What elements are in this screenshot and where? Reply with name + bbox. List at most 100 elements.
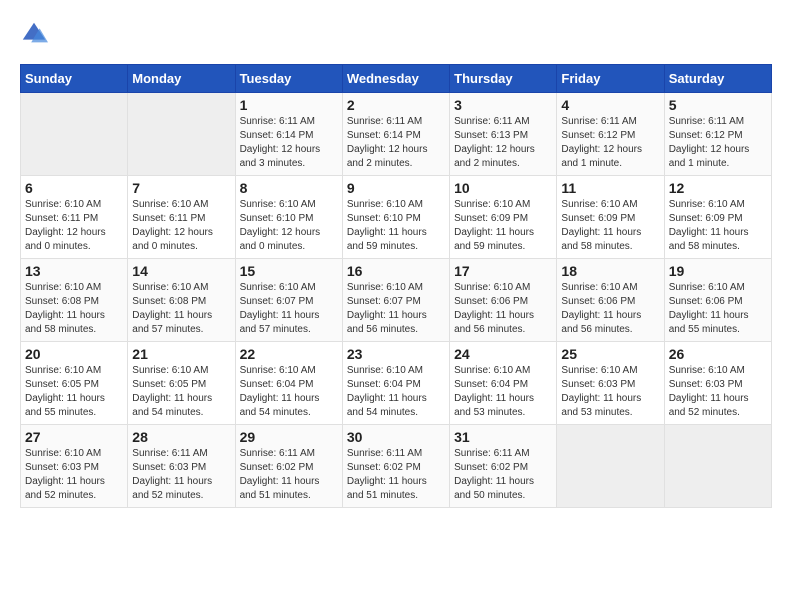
day-info: Sunrise: 6:10 AM Sunset: 6:08 PM Dayligh… (25, 281, 123, 337)
day-info: Sunrise: 6:10 AM Sunset: 6:10 PM Dayligh… (240, 198, 338, 254)
logo-icon (20, 20, 48, 48)
day-info: Sunrise: 6:10 AM Sunset: 6:03 PM Dayligh… (561, 364, 659, 420)
day-number: 9 (347, 180, 445, 196)
day-info: Sunrise: 6:11 AM Sunset: 6:12 PM Dayligh… (669, 115, 767, 171)
day-number: 12 (669, 180, 767, 196)
calendar-header-row: SundayMondayTuesdayWednesdayThursdayFrid… (21, 65, 772, 93)
logo (20, 20, 52, 48)
calendar-cell: 29 Sunrise: 6:11 AM Sunset: 6:02 PM Dayli… (235, 425, 342, 508)
col-header-monday: Monday (128, 65, 235, 93)
calendar-cell: 4 Sunrise: 6:11 AM Sunset: 6:12 PM Daylig… (557, 93, 664, 176)
calendar-cell: 25 Sunrise: 6:10 AM Sunset: 6:03 PM Dayli… (557, 342, 664, 425)
day-info: Sunrise: 6:10 AM Sunset: 6:07 PM Dayligh… (240, 281, 338, 337)
day-info: Sunrise: 6:10 AM Sunset: 6:05 PM Dayligh… (132, 364, 230, 420)
calendar-cell: 31 Sunrise: 6:11 AM Sunset: 6:02 PM Dayli… (450, 425, 557, 508)
day-info: Sunrise: 6:10 AM Sunset: 6:09 PM Dayligh… (454, 198, 552, 254)
day-info: Sunrise: 6:11 AM Sunset: 6:12 PM Dayligh… (561, 115, 659, 171)
calendar-cell: 23 Sunrise: 6:10 AM Sunset: 6:04 PM Dayli… (342, 342, 449, 425)
calendar-cell: 12 Sunrise: 6:10 AM Sunset: 6:09 PM Dayli… (664, 176, 771, 259)
col-header-tuesday: Tuesday (235, 65, 342, 93)
day-info: Sunrise: 6:10 AM Sunset: 6:03 PM Dayligh… (669, 364, 767, 420)
calendar-cell: 15 Sunrise: 6:10 AM Sunset: 6:07 PM Dayli… (235, 259, 342, 342)
calendar-week-row: 27 Sunrise: 6:10 AM Sunset: 6:03 PM Dayli… (21, 425, 772, 508)
day-number: 13 (25, 263, 123, 279)
day-number: 1 (240, 97, 338, 113)
day-info: Sunrise: 6:10 AM Sunset: 6:03 PM Dayligh… (25, 447, 123, 503)
calendar-cell: 30Sunrise: 6:11 AM Sunset: 6:02 PM Dayli… (342, 425, 449, 508)
day-number: 10 (454, 180, 552, 196)
calendar-cell: 28 Sunrise: 6:11 AM Sunset: 6:03 PM Dayli… (128, 425, 235, 508)
day-info: Sunrise: 6:10 AM Sunset: 6:10 PM Dayligh… (347, 198, 445, 254)
day-info: Sunrise: 6:10 AM Sunset: 6:11 PM Dayligh… (25, 198, 123, 254)
day-info: Sunrise: 6:10 AM Sunset: 6:08 PM Dayligh… (132, 281, 230, 337)
calendar-cell: 1 Sunrise: 6:11 AM Sunset: 6:14 PM Daylig… (235, 93, 342, 176)
day-info: Sunrise: 6:10 AM Sunset: 6:09 PM Dayligh… (669, 198, 767, 254)
col-header-wednesday: Wednesday (342, 65, 449, 93)
calendar-cell (664, 425, 771, 508)
day-info: Sunrise: 6:10 AM Sunset: 6:04 PM Dayligh… (347, 364, 445, 420)
day-info: Sunrise: 6:11 AM Sunset: 6:14 PM Dayligh… (240, 115, 338, 171)
calendar-week-row: 13 Sunrise: 6:10 AM Sunset: 6:08 PM Dayli… (21, 259, 772, 342)
day-info: Sunrise: 6:11 AM Sunset: 6:13 PM Dayligh… (454, 115, 552, 171)
calendar-cell: 18 Sunrise: 6:10 AM Sunset: 6:06 PM Dayli… (557, 259, 664, 342)
day-number: 19 (669, 263, 767, 279)
day-number: 28 (132, 429, 230, 445)
calendar-cell: 2Sunrise: 6:11 AM Sunset: 6:14 PM Daylig… (342, 93, 449, 176)
calendar-cell: 14Sunrise: 6:10 AM Sunset: 6:08 PM Dayli… (128, 259, 235, 342)
day-number: 21 (132, 346, 230, 362)
calendar-cell: 9 Sunrise: 6:10 AM Sunset: 6:10 PM Daylig… (342, 176, 449, 259)
day-info: Sunrise: 6:11 AM Sunset: 6:02 PM Dayligh… (240, 447, 338, 503)
day-number: 7 (132, 180, 230, 196)
day-number: 3 (454, 97, 552, 113)
day-number: 27 (25, 429, 123, 445)
day-info: Sunrise: 6:11 AM Sunset: 6:14 PM Dayligh… (347, 115, 445, 171)
calendar-cell: 20Sunrise: 6:10 AM Sunset: 6:05 PM Dayli… (21, 342, 128, 425)
calendar-cell: 10 Sunrise: 6:10 AM Sunset: 6:09 PM Dayli… (450, 176, 557, 259)
day-info: Sunrise: 6:11 AM Sunset: 6:02 PM Dayligh… (454, 447, 552, 503)
day-info: Sunrise: 6:10 AM Sunset: 6:06 PM Dayligh… (561, 281, 659, 337)
col-header-friday: Friday (557, 65, 664, 93)
calendar-table: SundayMondayTuesdayWednesdayThursdayFrid… (20, 64, 772, 508)
day-info: Sunrise: 6:11 AM Sunset: 6:02 PM Dayligh… (347, 447, 445, 503)
day-number: 26 (669, 346, 767, 362)
day-number: 11 (561, 180, 659, 196)
day-info: Sunrise: 6:10 AM Sunset: 6:04 PM Dayligh… (454, 364, 552, 420)
day-number: 29 (240, 429, 338, 445)
calendar-cell (128, 93, 235, 176)
day-number: 15 (240, 263, 338, 279)
day-info: Sunrise: 6:10 AM Sunset: 6:07 PM Dayligh… (347, 281, 445, 337)
day-number: 4 (561, 97, 659, 113)
day-number: 22 (240, 346, 338, 362)
calendar-cell: 7Sunrise: 6:10 AM Sunset: 6:11 PM Daylig… (128, 176, 235, 259)
calendar-cell: 16 Sunrise: 6:10 AM Sunset: 6:07 PM Dayli… (342, 259, 449, 342)
calendar-cell: 22 Sunrise: 6:10 AM Sunset: 6:04 PM Dayli… (235, 342, 342, 425)
day-number: 25 (561, 346, 659, 362)
day-info: Sunrise: 6:10 AM Sunset: 6:06 PM Dayligh… (454, 281, 552, 337)
col-header-thursday: Thursday (450, 65, 557, 93)
calendar-cell: 8Sunrise: 6:10 AM Sunset: 6:10 PM Daylig… (235, 176, 342, 259)
calendar-cell (557, 425, 664, 508)
calendar-cell: 17 Sunrise: 6:10 AM Sunset: 6:06 PM Dayli… (450, 259, 557, 342)
calendar-cell: 24 Sunrise: 6:10 AM Sunset: 6:04 PM Dayli… (450, 342, 557, 425)
day-info: Sunrise: 6:10 AM Sunset: 6:06 PM Dayligh… (669, 281, 767, 337)
calendar-cell: 26 Sunrise: 6:10 AM Sunset: 6:03 PM Dayli… (664, 342, 771, 425)
day-number: 24 (454, 346, 552, 362)
day-info: Sunrise: 6:10 AM Sunset: 6:04 PM Dayligh… (240, 364, 338, 420)
calendar-cell: 27 Sunrise: 6:10 AM Sunset: 6:03 PM Dayli… (21, 425, 128, 508)
page-header (20, 20, 772, 48)
calendar-cell: 5Sunrise: 6:11 AM Sunset: 6:12 PM Daylig… (664, 93, 771, 176)
calendar-cell: 3 Sunrise: 6:11 AM Sunset: 6:13 PM Daylig… (450, 93, 557, 176)
calendar-cell: 11Sunrise: 6:10 AM Sunset: 6:09 PM Dayli… (557, 176, 664, 259)
day-number: 31 (454, 429, 552, 445)
calendar-cell: 19 Sunrise: 6:10 AM Sunset: 6:06 PM Dayli… (664, 259, 771, 342)
day-number: 18 (561, 263, 659, 279)
col-header-sunday: Sunday (21, 65, 128, 93)
col-header-saturday: Saturday (664, 65, 771, 93)
day-number: 17 (454, 263, 552, 279)
calendar-week-row: 1 Sunrise: 6:11 AM Sunset: 6:14 PM Daylig… (21, 93, 772, 176)
day-number: 6 (25, 180, 123, 196)
day-number: 16 (347, 263, 445, 279)
day-number: 23 (347, 346, 445, 362)
day-info: Sunrise: 6:11 AM Sunset: 6:03 PM Dayligh… (132, 447, 230, 503)
day-number: 20 (25, 346, 123, 362)
